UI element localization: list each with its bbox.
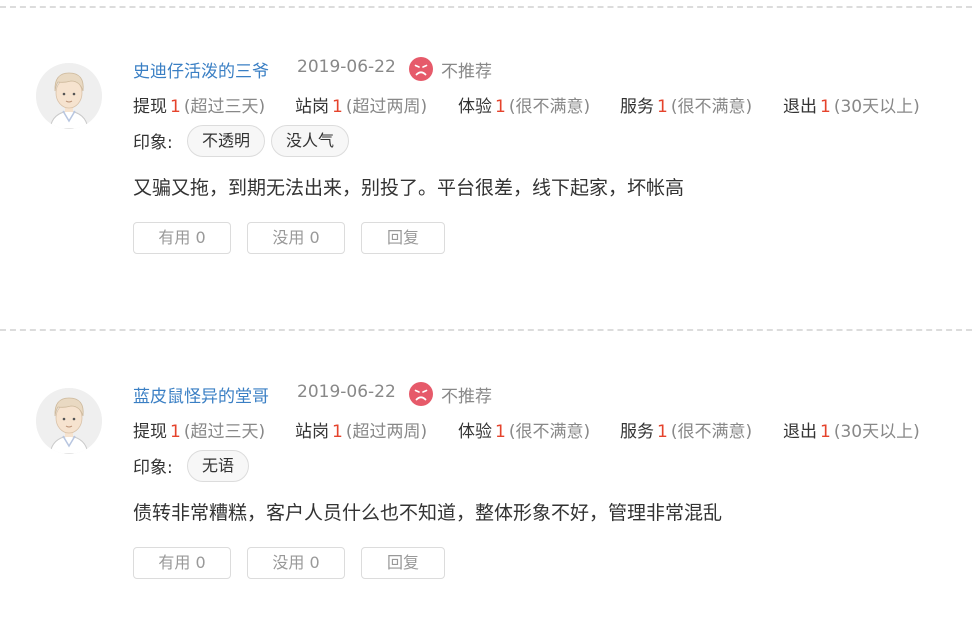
impression-label: 印象: — [133, 458, 173, 478]
rating-score: 1 — [657, 422, 668, 442]
review-date: 2019-06-22 — [297, 57, 396, 77]
recommendation-label: 不推荐 — [441, 62, 492, 82]
review-content: 又骗又拖，到期无法出来，别投了。平台很差，线下起家，坏帐高 — [133, 177, 685, 199]
username-link[interactable]: 史迪仔活泼的三爷 — [133, 57, 269, 82]
review-item: 蓝皮鼠怪异的堂哥 2019-06-22 不推荐 提现 1 (超过三天) 站岗 1 (超过… — [0, 382, 972, 638]
sad-face-icon — [409, 382, 433, 406]
rating-desc: (很不满意) — [670, 422, 753, 442]
rating-label: 退出 — [783, 422, 817, 442]
reply-button[interactable]: 回复 — [361, 222, 445, 254]
rating-label: 提现 — [133, 422, 167, 442]
rating-score: 1 — [495, 422, 506, 442]
rating-score: 1 — [332, 97, 343, 117]
rating-score: 1 — [170, 422, 181, 442]
rating-label: 站岗 — [295, 422, 329, 442]
impression-tag: 不透明 — [187, 125, 266, 157]
top-divider — [0, 6, 972, 8]
review-divider — [0, 329, 972, 331]
avatar[interactable] — [36, 388, 102, 454]
rating-desc: (超过三天) — [183, 97, 266, 117]
rating-withdraw: 提现 1 (超过三天) — [133, 417, 265, 442]
review-item: 史迪仔活泼的三爷 2019-06-22 不推荐 提现 1 (超过三天) 站岗 1 (超过… — [0, 57, 972, 313]
impression-tags: 无语 — [187, 450, 250, 482]
rating-label: 退出 — [783, 97, 817, 117]
useless-button[interactable]: 没用 0 — [247, 547, 345, 579]
rating-label: 站岗 — [295, 97, 329, 117]
username-link[interactable]: 蓝皮鼠怪异的堂哥 — [133, 382, 269, 407]
rating-service: 服务 1 (很不满意) — [620, 92, 752, 117]
rating-exit: 退出 1 (30天以上) — [783, 417, 920, 442]
rating-label: 体验 — [458, 97, 492, 117]
useless-button[interactable]: 没用 0 — [247, 222, 345, 254]
rating-score: 1 — [332, 422, 343, 442]
rating-desc: (30天以上) — [833, 97, 920, 117]
rating-desc: (很不满意) — [670, 97, 753, 117]
rating-desc: (超过两周) — [345, 422, 428, 442]
rating-service: 服务 1 (很不满意) — [620, 417, 752, 442]
impression-label: 印象: — [133, 133, 173, 153]
impression-tag: 无语 — [187, 450, 250, 482]
useful-button[interactable]: 有用 0 — [133, 222, 231, 254]
rating-score: 1 — [820, 422, 831, 442]
impression-tag: 没人气 — [271, 125, 350, 157]
rating-desc: (很不满意) — [508, 422, 591, 442]
user-avatar-icon — [36, 388, 102, 454]
avatar[interactable] — [36, 63, 102, 129]
rating-label: 服务 — [620, 422, 654, 442]
rating-score: 1 — [170, 97, 181, 117]
rating-standby: 站岗 1 (超过两周) — [295, 92, 427, 117]
rating-label: 体验 — [458, 422, 492, 442]
recommendation-label: 不推荐 — [441, 387, 492, 407]
rating-withdraw: 提现 1 (超过三天) — [133, 92, 265, 117]
rating-label: 提现 — [133, 97, 167, 117]
rating-score: 1 — [495, 97, 506, 117]
rating-desc: (超过三天) — [183, 422, 266, 442]
rating-desc: (超过两周) — [345, 97, 428, 117]
sad-face-icon — [409, 57, 433, 81]
review-content: 债转非常糟糕，客户人员什么也不知道，整体形象不好，管理非常混乱 — [133, 502, 723, 524]
rating-score: 1 — [657, 97, 668, 117]
rating-desc: (30天以上) — [833, 422, 920, 442]
rating-desc: (很不满意) — [508, 97, 591, 117]
reply-button[interactable]: 回复 — [361, 547, 445, 579]
impression-tags: 不透明 没人气 — [187, 125, 350, 157]
review-date: 2019-06-22 — [297, 382, 396, 402]
rating-standby: 站岗 1 (超过两周) — [295, 417, 427, 442]
rating-label: 服务 — [620, 97, 654, 117]
user-avatar-icon — [36, 63, 102, 129]
rating-exit: 退出 1 (30天以上) — [783, 92, 920, 117]
rating-experience: 体验 1 (很不满意) — [458, 92, 590, 117]
useful-button[interactable]: 有用 0 — [133, 547, 231, 579]
rating-experience: 体验 1 (很不满意) — [458, 417, 590, 442]
rating-score: 1 — [820, 97, 831, 117]
